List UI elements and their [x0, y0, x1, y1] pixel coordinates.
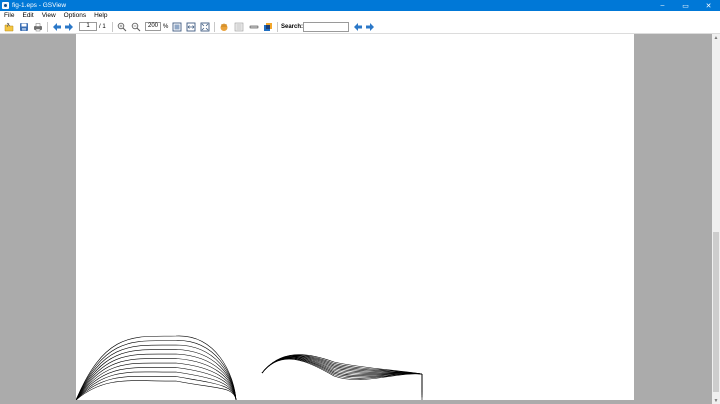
search-next-icon[interactable]: [365, 22, 375, 32]
title-bar: fig-1.eps - GSView – ▭ ✕: [0, 0, 720, 11]
scroll-up-icon[interactable]: ▲: [712, 34, 720, 41]
maximize-button[interactable]: ▭: [674, 0, 697, 11]
print-icon[interactable]: [33, 22, 43, 32]
scroll-thumb[interactable]: [713, 232, 719, 392]
zoom-out-icon[interactable]: [131, 22, 141, 32]
document-page[interactable]: [76, 34, 634, 400]
search-label: Search:: [281, 24, 304, 30]
zoom-unit-label: %: [163, 24, 169, 30]
toolbar: 1 / 1 200 % Search:: [0, 20, 720, 34]
figure-drawing: [76, 335, 423, 400]
pan-hand-icon[interactable]: [219, 22, 229, 32]
search-input[interactable]: [303, 22, 349, 32]
menu-options[interactable]: Options: [60, 11, 90, 20]
window-title: fig-1.eps - GSView: [12, 2, 67, 9]
toolbar-separator: [277, 22, 278, 32]
toolbar-separator: [47, 22, 48, 32]
fit-page-icon[interactable]: [172, 22, 182, 32]
save-icon[interactable]: [19, 22, 29, 32]
menu-file[interactable]: File: [0, 11, 18, 20]
left-fan-curve: [76, 375, 237, 400]
menu-edit[interactable]: Edit: [18, 11, 37, 20]
zoom-level-input[interactable]: 200: [145, 22, 161, 31]
window-controls: – ▭ ✕: [651, 0, 720, 11]
info-icon[interactable]: [249, 22, 259, 32]
zoom-in-icon[interactable]: [117, 22, 127, 32]
back-arrow-icon[interactable]: [52, 22, 62, 32]
thumbnails-icon[interactable]: [234, 22, 244, 32]
toolbar-separator: [214, 22, 215, 32]
search-previous-icon[interactable]: [353, 22, 363, 32]
menu-view[interactable]: View: [38, 11, 60, 20]
left-fan-curve: [76, 353, 237, 400]
minimize-button[interactable]: –: [651, 0, 674, 11]
left-fan-curve: [76, 380, 237, 400]
left-fan-curve: [76, 362, 237, 400]
menu-help[interactable]: Help: [90, 11, 111, 20]
toolbar-separator: [112, 22, 113, 32]
full-screen-icon[interactable]: [200, 22, 210, 32]
page-total-label: / 1: [99, 24, 106, 30]
multi-page-icon[interactable]: [263, 22, 273, 32]
page-number-input[interactable]: 1: [79, 22, 97, 31]
gsview-app-icon: [2, 2, 9, 9]
close-button[interactable]: ✕: [697, 0, 720, 11]
open-icon[interactable]: [4, 22, 14, 32]
scroll-down-icon[interactable]: ▼: [712, 397, 720, 404]
forward-arrow-icon[interactable]: [64, 22, 74, 32]
fit-width-icon[interactable]: [186, 22, 196, 32]
menu-bar: File Edit View Options Help: [0, 11, 720, 20]
vertical-scrollbar[interactable]: ▲ ▼: [712, 34, 720, 404]
